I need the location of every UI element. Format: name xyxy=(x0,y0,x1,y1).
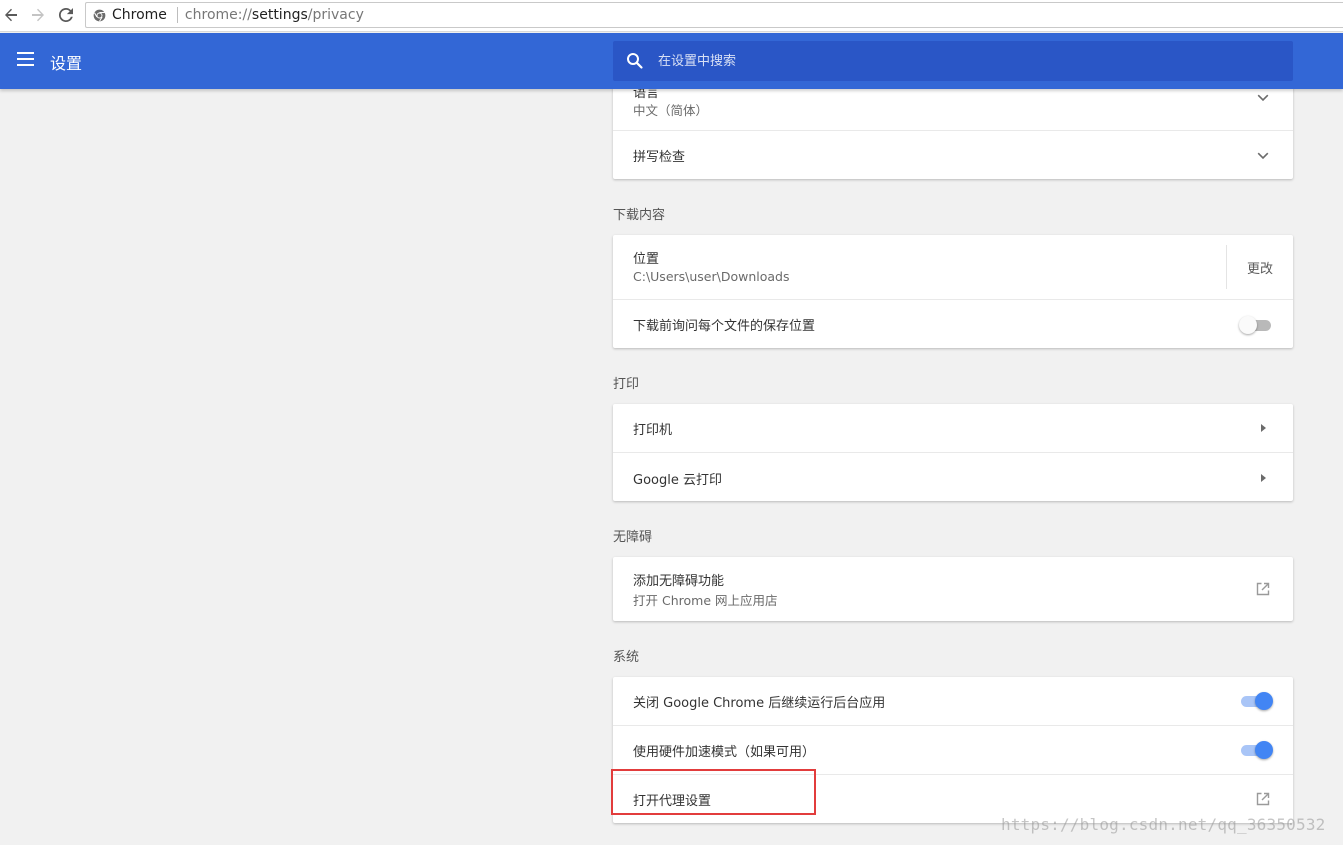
change-location-button[interactable]: 更改 xyxy=(1247,258,1273,277)
caret-right-icon xyxy=(1261,424,1266,432)
printing-card: 打印机 Google 云打印 xyxy=(613,404,1293,501)
watermark-text: https://blog.csdn.net/qq_36350532 xyxy=(1001,815,1326,834)
site-name: Chrome xyxy=(112,7,167,23)
search-icon xyxy=(627,53,643,69)
accessibility-card: 添加无障碍功能 打开 Chrome 网上应用店 xyxy=(613,557,1293,621)
url-host: settings xyxy=(251,7,308,23)
chrome-page-icon xyxy=(92,8,106,22)
url-path: /privacy xyxy=(307,7,364,23)
hardware-acceleration-title: 使用硬件加速模式（如果可用） xyxy=(633,745,816,760)
downloads-section-title: 下载内容 xyxy=(613,208,666,223)
downloads-card: 位置 C:\Users\user\Downloads 更改 下载前询问每个文件的… xyxy=(613,235,1293,348)
settings-search[interactable] xyxy=(613,41,1293,81)
vertical-divider xyxy=(1226,245,1227,289)
printers-row[interactable]: 打印机 xyxy=(613,404,1293,452)
background-apps-row[interactable]: 关闭 Google Chrome 后继续运行后台应用 xyxy=(613,677,1293,725)
reload-button[interactable] xyxy=(55,4,77,26)
arrow-right-icon xyxy=(32,8,44,22)
language-row-value: 中文（简体） xyxy=(633,103,709,118)
reload-icon xyxy=(58,7,73,22)
background-apps-toggle[interactable] xyxy=(1239,691,1273,711)
caret-right-icon xyxy=(1261,474,1266,482)
open-external-icon xyxy=(1256,582,1270,596)
search-input[interactable] xyxy=(658,41,1278,81)
ask-save-location-toggle[interactable] xyxy=(1239,315,1273,335)
url-text: chrome://settings/privacy xyxy=(185,7,364,23)
omnibox-separator xyxy=(176,7,178,23)
hardware-acceleration-toggle[interactable] xyxy=(1239,740,1273,760)
download-location-row: 位置 C:\Users\user\Downloads 更改 xyxy=(613,235,1293,299)
download-location-title: 位置 xyxy=(633,252,660,267)
system-section-title: 系统 xyxy=(613,650,640,665)
spellcheck-row[interactable]: 拼写检查 xyxy=(613,130,1293,179)
printing-section-title: 打印 xyxy=(613,377,640,392)
browser-toolbar: Chrome chrome://settings/privacy xyxy=(0,0,1343,32)
open-external-icon xyxy=(1256,792,1270,806)
accessibility-section-title: 无障碍 xyxy=(613,530,653,545)
background-apps-title: 关闭 Google Chrome 后继续运行后台应用 xyxy=(633,696,886,711)
cloud-print-row[interactable]: Google 云打印 xyxy=(613,452,1293,501)
add-accessibility-title: 添加无障碍功能 xyxy=(633,574,725,589)
url-scheme: chrome:// xyxy=(184,7,252,23)
spellcheck-row-title: 拼写检查 xyxy=(633,150,686,165)
chevron-down-icon xyxy=(1257,94,1269,102)
chevron-down-icon xyxy=(1257,152,1269,160)
back-button[interactable] xyxy=(0,4,22,26)
toggle-knob xyxy=(1255,692,1273,710)
toggle-knob xyxy=(1255,741,1273,759)
forward-button[interactable] xyxy=(27,4,49,26)
toggle-knob xyxy=(1239,316,1257,334)
page-title: 设置 xyxy=(50,54,83,73)
add-accessibility-row[interactable]: 添加无障碍功能 打开 Chrome 网上应用店 xyxy=(613,557,1293,621)
hardware-acceleration-row[interactable]: 使用硬件加速模式（如果可用） xyxy=(613,725,1293,774)
menu-icon[interactable] xyxy=(17,52,35,66)
settings-header: 设置 xyxy=(0,33,1343,89)
ask-save-location-row[interactable]: 下载前询问每个文件的保存位置 xyxy=(613,299,1293,348)
ask-save-location-title: 下载前询问每个文件的保存位置 xyxy=(633,319,816,334)
printers-title: 打印机 xyxy=(633,423,673,438)
address-bar[interactable]: Chrome chrome://settings/privacy xyxy=(85,2,1343,28)
cloud-print-title: Google 云打印 xyxy=(633,473,722,488)
arrow-left-icon xyxy=(5,8,17,22)
language-card: 语言 中文（简体） 拼写检查 xyxy=(613,76,1293,179)
add-accessibility-subtitle: 打开 Chrome 网上应用店 xyxy=(633,593,778,608)
proxy-highlight-box xyxy=(611,769,816,815)
download-location-path: C:\Users\user\Downloads xyxy=(633,269,790,284)
